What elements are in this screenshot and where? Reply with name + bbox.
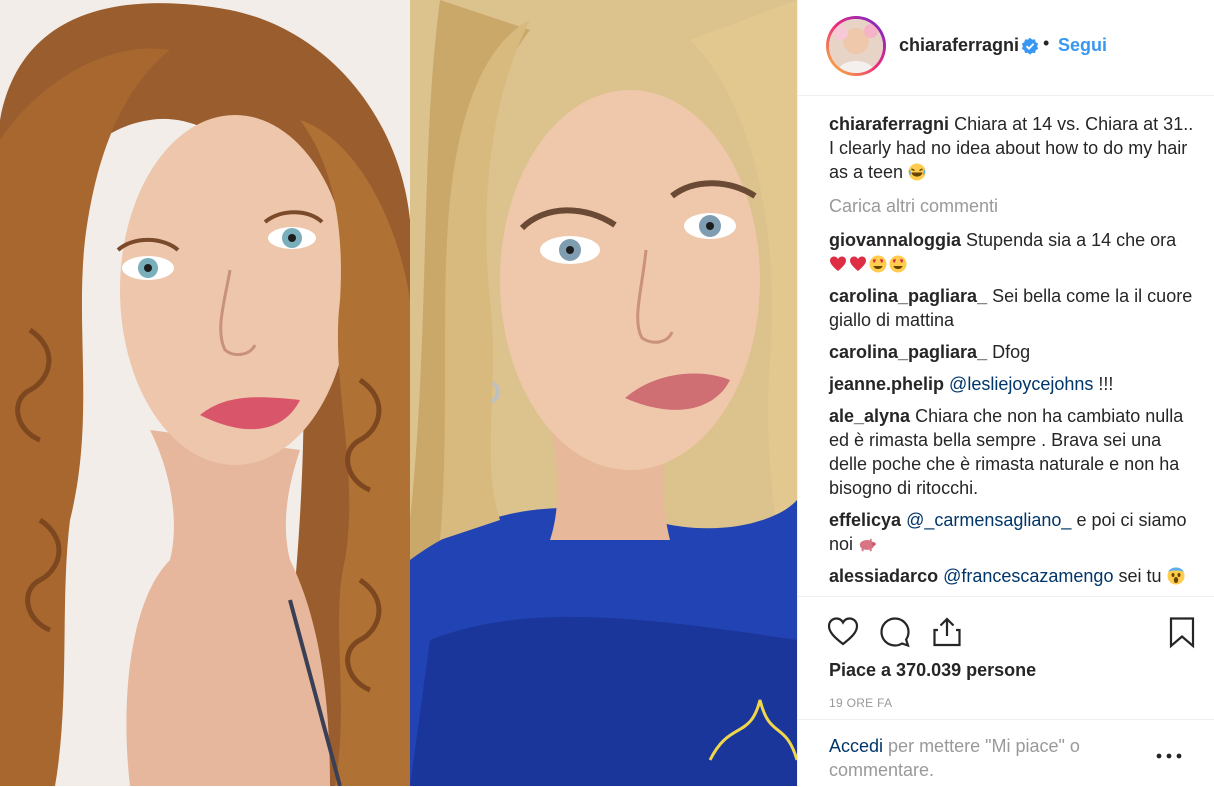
comment-item: carolina_pagliara_ Sei bella come la il … (829, 284, 1199, 332)
post-header: chiaraferragni • Segui (798, 0, 1214, 96)
photo-left-teen (0, 0, 410, 786)
comment-username[interactable]: alessiadarco (829, 566, 938, 586)
header-separator: • (1043, 33, 1050, 53)
comment-mention[interactable]: @francescazamengo (943, 566, 1113, 586)
post-media[interactable] (0, 0, 797, 786)
comment-mention[interactable]: @_carmensagliano_ (906, 510, 1071, 530)
comment-text: !!! (1098, 374, 1114, 394)
share-icon[interactable] (930, 615, 964, 649)
comments-section: chiaraferragni Chiara at 14 vs. Chiara a… (829, 112, 1199, 596)
comment-bubble-icon[interactable] (878, 615, 912, 649)
heart-emoji-icon (850, 256, 866, 271)
photo-right-adult (410, 0, 797, 786)
comment-username[interactable]: carolina_pagliara_ (829, 342, 987, 362)
caption: chiaraferragni Chiara at 14 vs. Chiara a… (829, 112, 1199, 184)
profile-avatar[interactable] (826, 16, 886, 76)
comment-username[interactable]: ale_alyna (829, 406, 910, 426)
comment-item: ale_alyna Chiara che non ha cambiato nul… (829, 404, 1199, 500)
verified-badge-icon (1021, 37, 1039, 55)
login-prompt: Accedi per mettere "Mi piace" o commenta… (829, 734, 1129, 782)
comment-item: giovannaloggia Stupenda sia a 14 che ora (829, 228, 1199, 276)
likes-count[interactable]: Piace a 370.039 persone (829, 660, 1036, 681)
comment-item: jeanne.phelip @lesliejoycejohns !!! (829, 372, 1199, 396)
bookmark-icon[interactable] (1165, 615, 1199, 649)
follow-button[interactable]: Segui (1058, 35, 1107, 56)
post-timestamp: 19 ORE FA (829, 696, 893, 710)
laughing-emoji-icon (908, 163, 926, 181)
comment-text: Dfog (992, 342, 1031, 362)
screaming-emoji-icon (1167, 567, 1185, 585)
comment-item: effelicya @_carmensagliano_ e poi ci sia… (829, 508, 1199, 556)
comment-username[interactable]: carolina_pagliara_ (829, 286, 987, 306)
comment-username[interactable]: jeanne.phelip (829, 374, 944, 394)
login-prompt-row: Accedi per mettere "Mi piace" o commenta… (798, 719, 1214, 787)
instagram-post: chiaraferragni • Segui chiaraferragni Ch… (0, 0, 1214, 786)
heart-eyes-emoji-icon (889, 255, 907, 273)
comment-item: alessiadarco @francescazamengo sei tu (829, 564, 1199, 588)
comment-item: carolina_pagliara_ Dfog (829, 340, 1199, 364)
caption-username[interactable]: chiaraferragni (829, 114, 949, 134)
heart-outline-icon[interactable] (826, 615, 860, 649)
header-username[interactable]: chiaraferragni (899, 35, 1019, 56)
comment-text: sei tu (1118, 566, 1162, 586)
heart-eyes-emoji-icon (869, 255, 887, 273)
pig-emoji-icon (859, 538, 876, 552)
more-options-icon[interactable] (1156, 753, 1182, 759)
post-side-panel: chiaraferragni • Segui chiaraferragni Ch… (797, 0, 1214, 786)
post-actions: Piace a 370.039 persone 19 ORE FA Accedi… (798, 596, 1214, 786)
comment-username[interactable]: giovannaloggia (829, 230, 961, 250)
load-more-comments-link[interactable]: Carica altri commenti (829, 194, 1199, 218)
heart-emoji-icon (830, 256, 846, 271)
comment-username[interactable]: effelicya (829, 510, 901, 530)
login-link[interactable]: Accedi (829, 736, 883, 756)
comment-mention[interactable]: @lesliejoycejohns (949, 374, 1093, 394)
comment-text: Stupenda sia a 14 che ora (966, 230, 1177, 250)
